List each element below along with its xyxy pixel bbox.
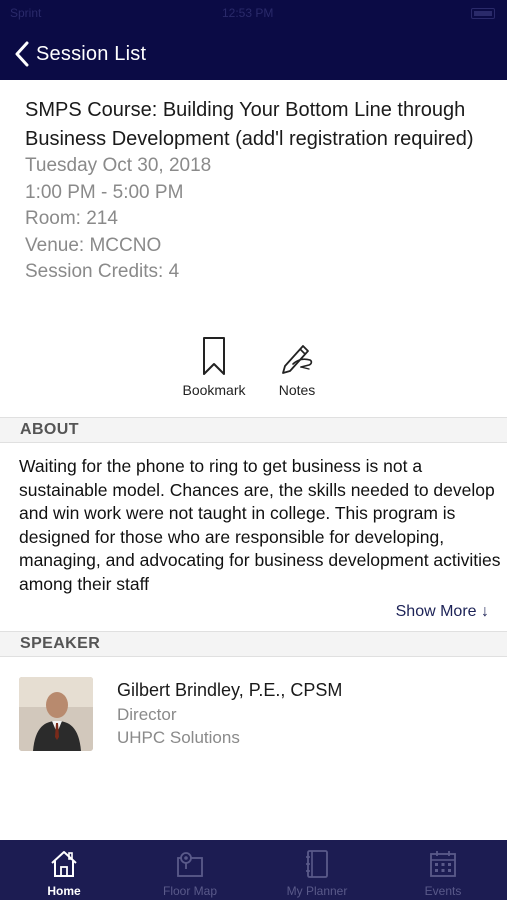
about-header-label: ABOUT <box>20 421 79 438</box>
session-details: SMPS Course: Building Your Bottom Line t… <box>25 96 485 286</box>
tab-home-label: Home <box>47 884 81 898</box>
speaker-title: Director <box>117 705 177 724</box>
session-title: SMPS Course: Building Your Bottom Line t… <box>25 99 474 150</box>
nav-bar: Session List <box>0 28 507 80</box>
session-actions: Bookmark Notes <box>0 336 507 406</box>
calendar-icon <box>430 851 456 877</box>
session-date: Tuesday Oct 30, 2018 <box>25 155 212 176</box>
tab-home[interactable]: Home <box>1 840 127 900</box>
tab-floor-map[interactable]: Floor Map <box>127 840 253 900</box>
clock-label: 12:53 PM <box>222 6 274 20</box>
home-icon <box>51 851 77 877</box>
bookmark-icon <box>203 337 225 375</box>
tab-events[interactable]: Events <box>380 840 506 900</box>
tab-floor-map-label: Floor Map <box>162 884 218 898</box>
session-venue: Venue: MCCNO <box>25 234 162 256</box>
about-text: Waiting for the phone to ring to get bus… <box>19 456 501 594</box>
tab-bar: Home Floor Map My Planner Events <box>0 840 507 900</box>
notes-button[interactable]: Notes <box>268 336 326 398</box>
bookmark-label: Bookmark <box>182 382 246 398</box>
bookmark-button[interactable]: Bookmark <box>178 336 250 398</box>
session-time: 1:00 PM - 5:00 PM <box>25 181 184 203</box>
about-section-header: ABOUT <box>0 417 507 443</box>
chevron-left-icon <box>15 41 29 67</box>
speaker-organization: UHPC Solutions <box>117 728 240 747</box>
pencil-hand-icon <box>282 345 313 374</box>
notebook-icon <box>306 850 328 878</box>
carrier-label: Sprint <box>10 6 42 20</box>
speaker-avatar <box>19 677 93 751</box>
battery-icon <box>471 8 495 19</box>
speaker-row[interactable]: Gilbert Brindley, P.E., CPSM Director UH… <box>0 672 507 756</box>
back-label: Session List <box>36 42 147 65</box>
map-pin-icon <box>177 852 203 877</box>
tab-my-planner[interactable]: My Planner <box>254 840 380 900</box>
tab-my-planner-label: My Planner <box>286 884 348 898</box>
speaker-section-header: SPEAKER <box>0 631 507 657</box>
back-button[interactable]: Session List <box>14 38 146 70</box>
speaker-name: Gilbert Brindley, P.E., CPSM <box>117 680 343 700</box>
show-more-button[interactable]: Show More ↓ <box>396 603 489 621</box>
session-room: Room: 214 <box>25 208 118 229</box>
session-credits: Session Credits: 4 <box>25 261 180 282</box>
tab-events-label: Events <box>424 884 462 898</box>
status-bar: Sprint 12:53 PM <box>0 0 507 28</box>
speaker-header-label: SPEAKER <box>20 635 101 652</box>
notes-label: Notes <box>278 382 316 398</box>
